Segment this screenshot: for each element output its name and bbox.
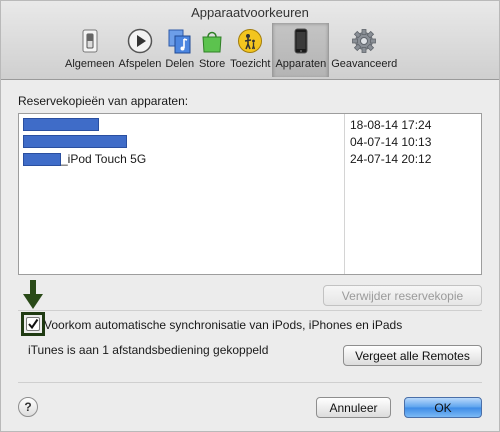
tab-algemeen[interactable]: Algemeen	[63, 23, 117, 77]
gear-icon	[350, 27, 378, 55]
delete-backup-button[interactable]: Verwijder reservekopie	[323, 285, 482, 306]
help-button[interactable]: ?	[18, 397, 38, 417]
list-item[interactable]: 18-08-14 17:24	[19, 117, 481, 133]
titlebar: Apparaatvoorkeuren Algemeen Afspelen Del…	[1, 1, 499, 80]
backup-name-partial: _iPod Touch 5G	[23, 152, 146, 166]
backup-date: 04-07-14 10:13	[350, 135, 432, 149]
parental-icon	[236, 27, 264, 55]
redaction-mark	[23, 152, 61, 166]
backup-name-redacted	[23, 118, 99, 131]
backup-date: 18-08-14 17:24	[350, 118, 432, 132]
tab-label: Delen	[165, 58, 195, 70]
tab-toezicht[interactable]: Toezicht	[228, 23, 272, 77]
preferences-toolbar: Algemeen Afspelen Delen Store Toezicht A…	[63, 23, 399, 77]
tab-delen[interactable]: Delen	[163, 23, 196, 77]
tab-label: Apparaten	[275, 58, 327, 70]
tab-store[interactable]: Store	[196, 23, 228, 77]
checkmark-icon	[28, 318, 39, 330]
backups-list[interactable]: 18-08-14 17:24 04-07-14 10:13 _iPod Touc…	[18, 113, 482, 275]
tab-label: Afspelen	[118, 58, 162, 70]
music-share-icon	[166, 27, 194, 55]
cancel-button[interactable]: Annuleer	[316, 397, 391, 418]
remotes-status: iTunes is aan 1 afstandsbediening gekopp…	[28, 343, 269, 357]
tab-geavanceerd[interactable]: Geavanceerd	[329, 23, 399, 77]
backup-name-redacted	[23, 135, 127, 148]
backup-name: _iPod Touch 5G	[61, 152, 147, 166]
tab-label: Algemeen	[65, 58, 115, 70]
redaction-mark	[23, 118, 99, 131]
annotation-arrow-icon	[23, 280, 43, 309]
list-item[interactable]: 04-07-14 10:13	[19, 134, 481, 150]
switch-icon	[76, 27, 104, 55]
divider	[18, 310, 482, 311]
forget-remotes-button[interactable]: Vergeet alle Remotes	[343, 345, 482, 366]
tab-label: Store	[198, 58, 226, 70]
preferences-window: Apparaatvoorkeuren Algemeen Afspelen Del…	[0, 0, 500, 432]
list-item[interactable]: _iPod Touch 5G 24-07-14 20:12	[19, 151, 481, 167]
window-title: Apparaatvoorkeuren	[191, 5, 309, 20]
play-icon	[126, 27, 154, 55]
shopping-bag-icon	[198, 27, 226, 55]
backups-label: Reservekopieën van apparaten:	[18, 94, 189, 108]
backup-date: 24-07-14 20:12	[350, 152, 432, 166]
prevent-sync-label[interactable]: Voorkom automatische synchronisatie van …	[44, 318, 402, 332]
tab-label: Toezicht	[230, 58, 271, 70]
redaction-mark	[23, 135, 127, 148]
prevent-sync-checkbox[interactable]	[26, 317, 40, 331]
ok-button[interactable]: OK	[404, 397, 482, 418]
tab-apparaten[interactable]: Apparaten	[272, 23, 330, 77]
tab-label: Geavanceerd	[331, 58, 398, 70]
divider	[18, 382, 482, 383]
tab-afspelen[interactable]: Afspelen	[117, 23, 164, 77]
device-icon	[287, 27, 315, 55]
